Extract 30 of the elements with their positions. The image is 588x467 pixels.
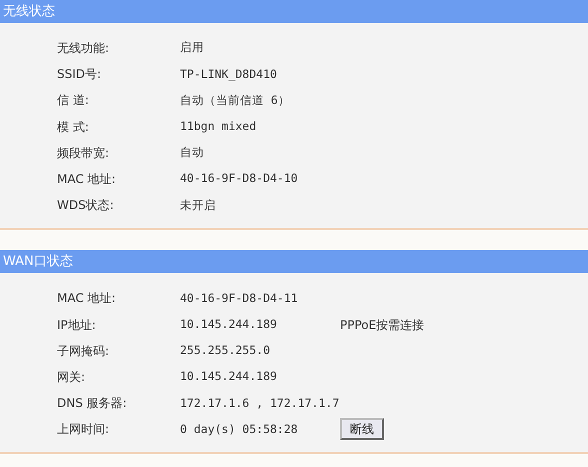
field-label: 信 道: bbox=[57, 92, 90, 110]
field-value: 启用 bbox=[180, 39, 205, 56]
field-value: TP-LINK_D8D410 bbox=[180, 66, 278, 83]
section-header: 无线状态 bbox=[0, 0, 588, 23]
field-label: SSID号: bbox=[57, 66, 102, 84]
connection-type: PPPoE按需连接 bbox=[340, 316, 424, 334]
disconnect-button[interactable]: 断线 bbox=[340, 418, 384, 440]
field-label: MAC 地址: bbox=[57, 171, 117, 188]
field-label: 上网时间: bbox=[57, 421, 110, 438]
field-label: 频段带宽: bbox=[57, 144, 110, 162]
field-label: 无线功能: bbox=[57, 40, 110, 58]
field-value: 11bgn mixed bbox=[180, 118, 258, 136]
field-value: 自动（当前信道 6） bbox=[180, 92, 291, 109]
field-value: 172.17.1.6 , 172.17.1.7 bbox=[180, 394, 340, 412]
field-value: 0 day(s) 05:58:28 bbox=[180, 420, 299, 438]
field-label: 网关: bbox=[57, 368, 86, 386]
field-value: 未开启 bbox=[180, 196, 217, 214]
field-label: WDS状态: bbox=[57, 197, 115, 214]
field-label: 模 式: bbox=[57, 118, 90, 136]
field-value: 自动 bbox=[180, 144, 205, 162]
field-label: MAC 地址: bbox=[57, 290, 117, 308]
field-value: 10.145.244.189 bbox=[180, 368, 278, 386]
field-value: 255.255.255.0 bbox=[180, 342, 272, 360]
field-value: 40-16-9F-D8-D4-11 bbox=[180, 290, 299, 307]
section-header: WAN口状态 bbox=[0, 250, 588, 274]
field-label: DNS 服务器: bbox=[57, 395, 128, 412]
field-value: 40-16-9F-D8-D4-10 bbox=[180, 170, 299, 188]
field-label: IP地址: bbox=[57, 316, 97, 334]
field-value: 10.145.244.189 bbox=[180, 316, 278, 333]
field-label: 子网掩码: bbox=[57, 342, 110, 360]
